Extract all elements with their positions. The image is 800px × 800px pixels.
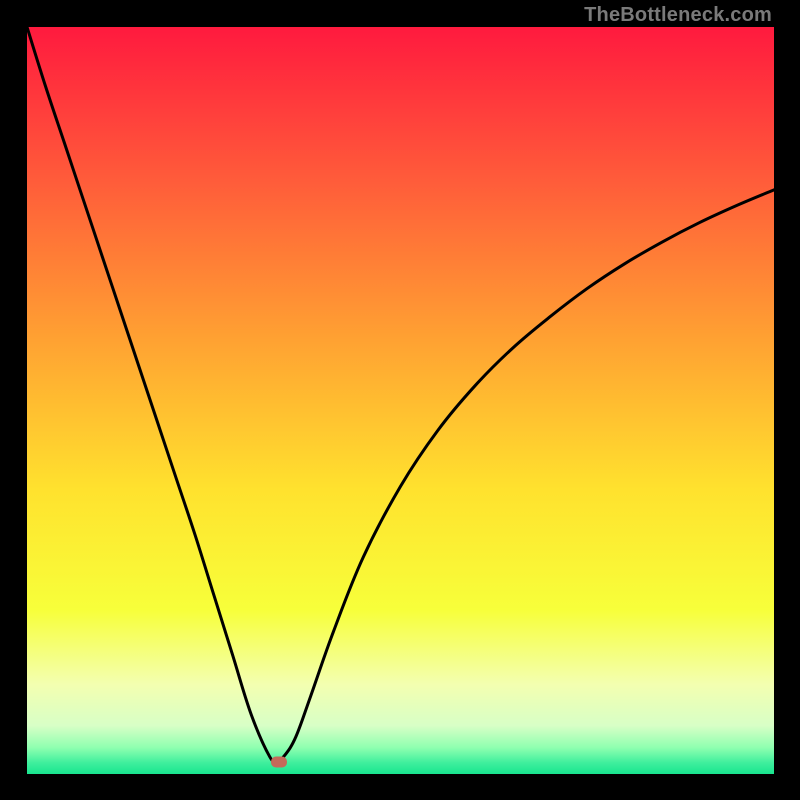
watermark-label: TheBottleneck.com [584,4,772,27]
optimal-point-marker [271,757,287,768]
bottleneck-curve [27,27,774,774]
plot-area [27,27,774,774]
chart-frame: { "watermark": "TheBottleneck.com", "cha… [0,0,800,800]
